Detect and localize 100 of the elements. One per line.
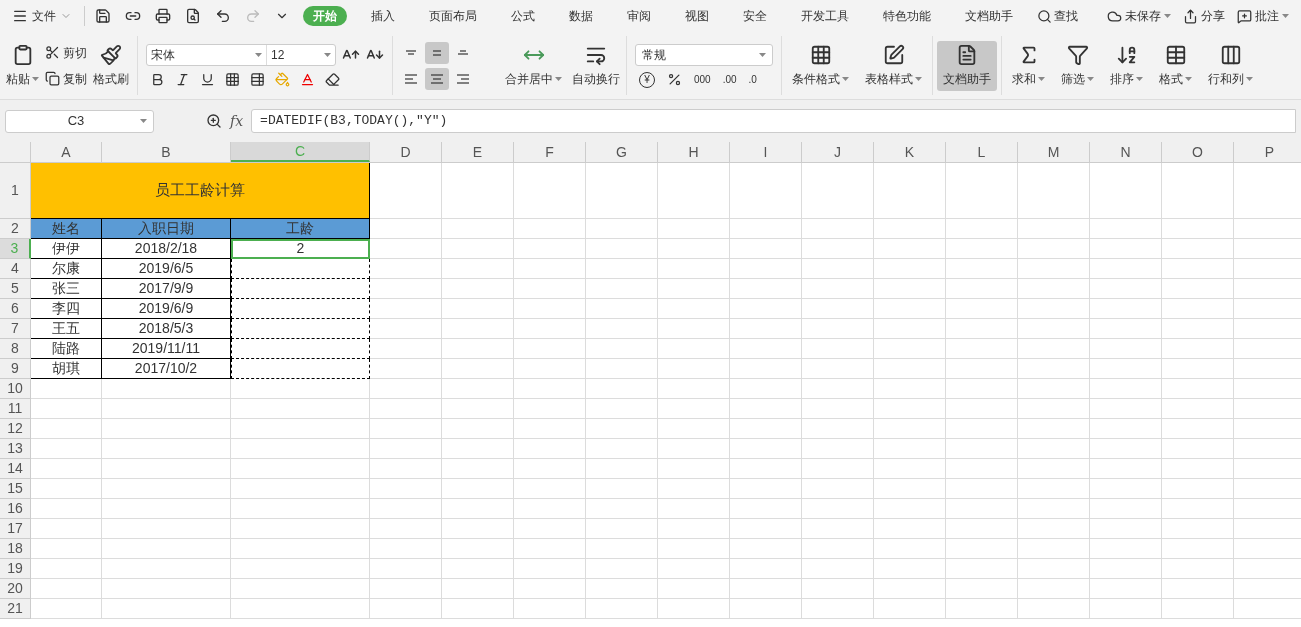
- toolbar-button[interactable]: 批注: [1237, 7, 1289, 25]
- grid-cell[interactable]: [442, 539, 514, 559]
- function-label[interactable]: fx: [230, 110, 244, 132]
- grid-cell[interactable]: [31, 419, 102, 439]
- grid-cell[interactable]: [946, 259, 1018, 279]
- grid-cell[interactable]: [586, 459, 658, 479]
- grid-cell[interactable]: [442, 219, 514, 239]
- print-preview-icon[interactable]: [185, 8, 201, 24]
- grid-cell[interactable]: [442, 163, 514, 219]
- row-header[interactable]: 17: [0, 519, 31, 539]
- grid-cell[interactable]: [874, 499, 946, 519]
- grid-cell[interactable]: [802, 499, 874, 519]
- ribbon-button[interactable]: 排序: [1104, 40, 1149, 91]
- grid-cell[interactable]: [946, 339, 1018, 359]
- grid-cell[interactable]: [514, 499, 586, 519]
- grid-cell[interactable]: [946, 559, 1018, 579]
- grid-cell[interactable]: [802, 479, 874, 499]
- grid-cell[interactable]: [802, 299, 874, 319]
- grid-cell[interactable]: [1090, 459, 1162, 479]
- ribbon-button[interactable]: 求和: [1006, 40, 1051, 91]
- grid-cell[interactable]: [802, 459, 874, 479]
- grid-cell[interactable]: [1162, 599, 1234, 619]
- grid-cell[interactable]: [1162, 559, 1234, 579]
- grid-cell[interactable]: [1018, 259, 1090, 279]
- cut-button[interactable]: 剪切: [45, 43, 87, 62]
- italic-icon[interactable]: [175, 72, 190, 87]
- table-cell[interactable]: 2019/6/5: [102, 259, 231, 279]
- grid-cell[interactable]: [1018, 459, 1090, 479]
- grid-cell[interactable]: [442, 559, 514, 579]
- grid-cell[interactable]: [102, 519, 231, 539]
- grid-cell[interactable]: [658, 579, 730, 599]
- grid-cell[interactable]: [946, 519, 1018, 539]
- grid-cell[interactable]: [874, 399, 946, 419]
- grid-cell[interactable]: [231, 539, 370, 559]
- grid-cell[interactable]: [231, 459, 370, 479]
- grid-cell[interactable]: [1090, 239, 1162, 259]
- column-header[interactable]: F: [514, 142, 586, 162]
- column-header[interactable]: A: [31, 142, 102, 162]
- grid-cell[interactable]: [1162, 339, 1234, 359]
- grid-cell[interactable]: [874, 379, 946, 399]
- grid-cell[interactable]: [1162, 359, 1234, 379]
- grid-cell[interactable]: [802, 439, 874, 459]
- grid-cell[interactable]: [658, 379, 730, 399]
- grid-cell[interactable]: [1018, 299, 1090, 319]
- grid-cell[interactable]: [874, 599, 946, 619]
- grid-cell[interactable]: [370, 339, 442, 359]
- grid-cell[interactable]: [730, 359, 802, 379]
- grid-cell[interactable]: [658, 319, 730, 339]
- paste-button[interactable]: 粘贴: [6, 43, 39, 88]
- table-cell[interactable]: 2019/6/9: [102, 299, 231, 319]
- grid-cell[interactable]: [1090, 163, 1162, 219]
- font-size-dropdown[interactable]: 12: [267, 45, 335, 65]
- column-header[interactable]: P: [1234, 142, 1301, 162]
- grid-cell[interactable]: [231, 579, 370, 599]
- grid-cell[interactable]: [658, 419, 730, 439]
- grid-cell[interactable]: [514, 379, 586, 399]
- grid-cell[interactable]: [231, 559, 370, 579]
- grid-cell[interactable]: [370, 219, 442, 239]
- menu-tab[interactable]: 页面布局: [419, 6, 487, 26]
- toolbar-button[interactable]: 未保存: [1107, 7, 1171, 25]
- grid-cell[interactable]: [658, 163, 730, 219]
- grid-cell[interactable]: [370, 539, 442, 559]
- row-header[interactable]: 19: [0, 559, 31, 579]
- row-header[interactable]: 14: [0, 459, 31, 479]
- table-cell[interactable]: 2018/5/3: [102, 319, 231, 339]
- grid-cell[interactable]: [1162, 539, 1234, 559]
- number-format-button[interactable]: 000: [694, 74, 711, 85]
- grid-cell[interactable]: [442, 599, 514, 619]
- grid-cell[interactable]: [730, 459, 802, 479]
- column-header[interactable]: E: [442, 142, 514, 162]
- grid-cell[interactable]: [370, 299, 442, 319]
- grid-cell[interactable]: [586, 279, 658, 299]
- grid-cell[interactable]: [102, 599, 231, 619]
- grid-cell[interactable]: [1018, 359, 1090, 379]
- column-header[interactable]: D: [370, 142, 442, 162]
- name-box[interactable]: C3: [5, 109, 154, 133]
- grid-cell[interactable]: [874, 259, 946, 279]
- table-cell[interactable]: 2018/2/18: [102, 239, 231, 259]
- grid-cell[interactable]: [442, 399, 514, 419]
- grid-cell[interactable]: [370, 459, 442, 479]
- grid-cell[interactable]: [1162, 479, 1234, 499]
- grid-cell[interactable]: [442, 519, 514, 539]
- grid-cell[interactable]: [586, 163, 658, 219]
- grid-cell[interactable]: [514, 539, 586, 559]
- grid-cell[interactable]: [31, 499, 102, 519]
- grid-cell[interactable]: [370, 499, 442, 519]
- grid-cell[interactable]: [442, 279, 514, 299]
- grid-cell[interactable]: [946, 399, 1018, 419]
- grid-cell[interactable]: [442, 419, 514, 439]
- grid-cell[interactable]: [1162, 399, 1234, 419]
- grid-cell[interactable]: [1018, 339, 1090, 359]
- grid-cell[interactable]: [514, 219, 586, 239]
- grid-cell[interactable]: [1090, 439, 1162, 459]
- menu-tab[interactable]: 文档助手: [955, 6, 1023, 26]
- grid-cell[interactable]: [874, 419, 946, 439]
- grid-cell[interactable]: [946, 219, 1018, 239]
- merge-center-button[interactable]: 合并居中: [505, 43, 562, 88]
- ribbon-button[interactable]: 条件格式: [786, 40, 855, 91]
- grid-cell[interactable]: [442, 339, 514, 359]
- file-menu[interactable]: 文件: [12, 7, 78, 25]
